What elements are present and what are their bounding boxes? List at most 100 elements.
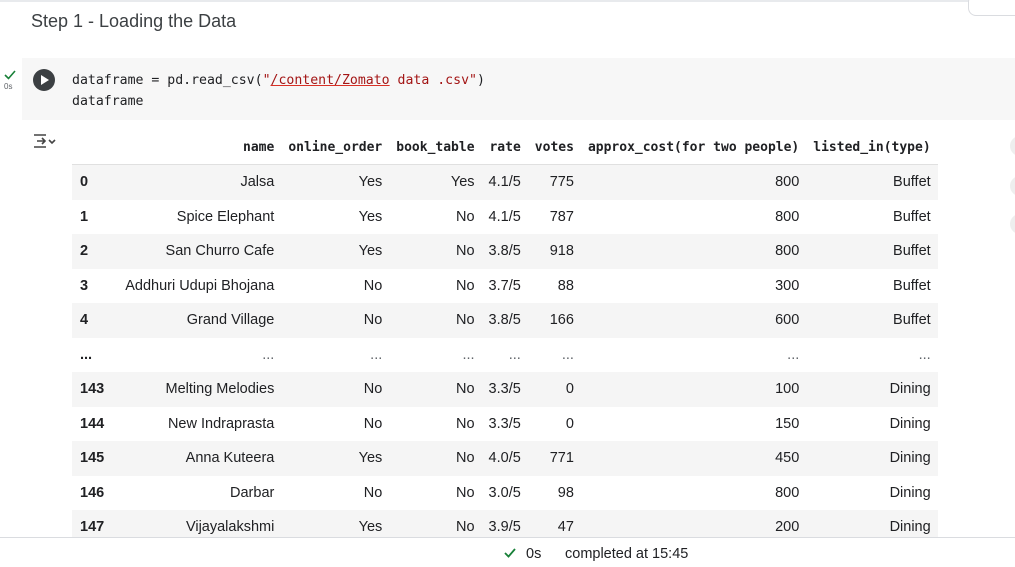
table-cell: Grand Village [118,303,282,338]
row-index: 1 [80,208,89,225]
table-cell: 771 [527,441,581,476]
table-cell: ... [787,346,800,363]
table-cell: 775 [527,164,581,200]
table-cell: ... [918,346,931,363]
code-line-2: dataframe [72,94,144,109]
row-index: 2 [72,234,119,269]
table-cell: No [363,277,383,294]
table-cell: No [456,208,475,225]
table-cell: Jalsa [118,164,282,200]
table-cell: Buffet [806,164,938,200]
table-cell: 3.8/5 [481,234,528,269]
table-cell: Spice Elephant [176,208,275,225]
check-icon [4,70,16,80]
table-cell: Dining [806,372,938,407]
table-cell: 3.3/5 [481,372,528,407]
table-cell: No [281,372,390,407]
table-row: 2 San Churro Cafe Yes No 3.8/5 918 800 Buffet [72,234,938,269]
execution-time: 0s [4,82,13,91]
table-cell: 800 [775,208,800,225]
table-cell: 4.0/5 [481,441,528,476]
table-cell: 600 [580,303,807,338]
table-cell: 3.7/5 [488,277,521,294]
column-header: book_table [389,131,482,165]
table-cell: Buffet [893,277,931,294]
table-cell: 166 [527,303,581,338]
top-border [0,0,1015,2]
table-cell: San Churro Cafe [118,234,282,269]
table-cell: ... [508,346,521,363]
table-cell: 3.8/5 [481,303,528,338]
table-cell: No [389,234,482,269]
table-row: 143 Melting Melodies No No 3.3/5 0 100 Dining [72,372,938,407]
table-cell: Dining [889,484,931,501]
table-cell: Addhuri Udupi Bhojana [125,277,275,294]
table-cell: ... [370,346,383,363]
status-time: 0s [526,546,542,562]
column-header: online_order [281,131,390,165]
table-cell: New Indraprasta [167,415,275,432]
table-cell: 450 [580,441,807,476]
row-index: 145 [72,441,119,476]
table-cell: No [363,415,383,432]
table-row: ........................ [72,338,938,373]
row-index: 143 [72,372,119,407]
check-icon [504,548,516,558]
table-cell: No [389,441,482,476]
table-cell: No [456,277,475,294]
code-string-rest: data .csv" [389,73,477,88]
row-index: 146 [80,484,105,501]
table-cell: 800 [775,484,800,501]
table-cell: Dining [806,441,938,476]
table-cell: No [456,484,475,501]
status-text: completed at 15:45 [565,546,689,562]
table-cell: Dining [889,415,931,432]
row-index: 0 [72,164,119,200]
table-cell: No [456,415,475,432]
row-index: 3 [80,277,89,294]
toolbar-tab[interactable] [968,0,1015,16]
table-cell: Yes [281,164,390,200]
table-cell: Darbar [230,484,275,501]
table-header-row: name online_order book_table rate votes appro… [72,131,938,165]
cell-action-button[interactable] [1010,176,1015,196]
table-cell: 88 [557,277,574,294]
code-path: /content/Zomato [270,73,390,88]
table-row: 146 Darbar No No 3.0/5 98 800 Dining [72,476,938,511]
table-cell: Buffet [893,208,931,225]
table-cell: Yes [281,441,390,476]
table-cell: Yes [281,234,390,269]
table-cell: 100 [580,372,807,407]
status-bar: 0s completed at 15:45 [0,537,1015,567]
table-cell: 0 [565,415,574,432]
play-icon[interactable] [33,69,55,91]
table-cell: 3.0/5 [488,484,521,501]
table-cell: ... [262,346,275,363]
column-header: approx_cost(for two people) [580,131,807,165]
table-cell: Yes [358,208,383,225]
cell-action-button[interactable] [1010,136,1015,156]
row-index: ... [80,346,93,363]
output-toggle-icon[interactable] [32,131,58,151]
table-cell: 4.1/5 [488,208,521,225]
table-cell: Buffet [806,234,938,269]
dataframe-output: name online_order book_table rate votes appro… [72,131,938,545]
code-text: dataframe = pd.read_csv( [72,73,263,88]
cell-action-button[interactable] [1010,214,1015,234]
table-row: 3 Addhuri Udupi Bhojana No No 3.7/5 88 300 Buff… [72,269,938,304]
code-editor[interactable]: dataframe = pd.read_csv("/content/Zomato… [72,70,485,112]
column-header: votes [527,131,581,165]
column-header: rate [481,131,528,165]
table-cell: 918 [527,234,581,269]
table-cell: ... [561,346,574,363]
table-cell: Anna Kuteera [118,441,282,476]
table-cell: No [389,372,482,407]
table-cell: 98 [557,484,574,501]
table-cell: 800 [580,164,807,200]
table-cell: 300 [775,277,800,294]
table-row: 1 Spice Elephant Yes No 4.1/5 787 800 Buffet [72,200,938,235]
table-cell: 150 [775,415,800,432]
table-cell: No [363,484,383,501]
table-cell: Melting Melodies [118,372,282,407]
table-cell: No [389,303,482,338]
